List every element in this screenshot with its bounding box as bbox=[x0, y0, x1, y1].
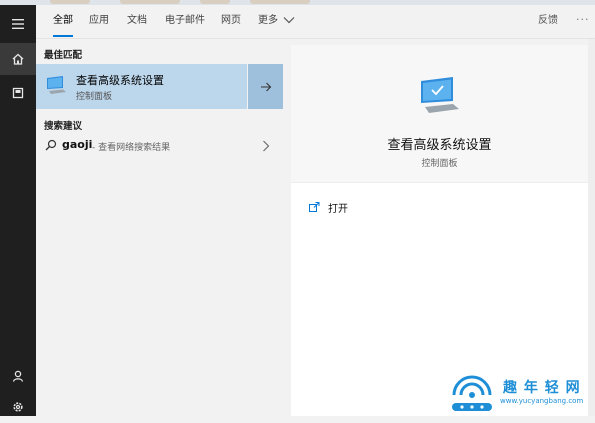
hamburger-menu-icon bbox=[12, 19, 24, 29]
arrow-right-icon bbox=[260, 82, 271, 91]
watermark-logo-icon bbox=[452, 375, 492, 411]
search-icon bbox=[45, 139, 57, 151]
best-match-subtitle: 控制面板 bbox=[76, 92, 113, 102]
tab-apps[interactable]: 应用 bbox=[89, 5, 109, 38]
settings-gear-icon bbox=[13, 402, 23, 412]
search-results-list: 最佳匹配 查看高级系统设置 控制面板 搜索建议 gaoji - 查看网络搜索结果 bbox=[36, 39, 283, 416]
best-match-main[interactable]: 查看高级系统设置 控制面板 bbox=[36, 64, 247, 109]
suggestion-query: gaoji bbox=[62, 138, 93, 151]
preview-header: 查看高级系统设置 控制面板 bbox=[291, 45, 588, 183]
home-icon bbox=[12, 53, 24, 65]
best-match-item[interactable]: 查看高级系统设置 控制面板 bbox=[36, 64, 283, 109]
preview-subtitle: 控制面板 bbox=[421, 159, 458, 169]
tab-email[interactable]: 电子邮件 bbox=[165, 5, 205, 38]
search-filter-tabs: 全部 应用 文档 电子邮件 网页 更多 反馈 ··· bbox=[36, 5, 595, 39]
hamburger-menu-button[interactable] bbox=[0, 8, 36, 40]
computer-monitor-icon bbox=[47, 76, 66, 94]
chevron-right-icon[interactable] bbox=[262, 140, 270, 152]
best-match-expand-button[interactable] bbox=[248, 64, 283, 109]
watermark-site-name: 趣 年 轻 网 bbox=[503, 380, 581, 396]
open-action-label: 打开 bbox=[328, 203, 348, 215]
start-left-rail bbox=[0, 5, 36, 416]
best-match-heading: 最佳匹配 bbox=[44, 50, 83, 61]
tab-more[interactable]: 更多 bbox=[258, 5, 278, 38]
computer-monitor-icon bbox=[421, 77, 459, 113]
user-account-button[interactable] bbox=[0, 360, 36, 392]
site-watermark: 趣 年 轻 网 www.yucyangbang.com bbox=[446, 373, 592, 413]
window-edge bbox=[588, 39, 595, 416]
suggestion-description: - 查看网络搜索结果 bbox=[92, 143, 171, 153]
open-action-button[interactable]: 打开 bbox=[309, 200, 348, 215]
tab-web[interactable]: 网页 bbox=[221, 5, 241, 38]
best-match-title: 查看高级系统设置 bbox=[76, 74, 164, 87]
tab-all[interactable]: 全部 bbox=[53, 5, 73, 38]
documents-button[interactable] bbox=[0, 77, 36, 109]
open-icon bbox=[309, 202, 320, 212]
search-suggestion-item[interactable]: gaoji - 查看网络搜索结果 bbox=[36, 135, 283, 157]
preview-title: 查看高级系统设置 bbox=[387, 138, 492, 153]
home-button[interactable] bbox=[0, 43, 36, 75]
settings-button[interactable] bbox=[0, 391, 36, 423]
feedback-link[interactable]: 反馈 bbox=[538, 5, 558, 38]
user-icon bbox=[12, 370, 24, 382]
chevron-down-icon[interactable] bbox=[283, 16, 295, 24]
documents-icon bbox=[12, 87, 24, 99]
watermark-url: www.yucyangbang.com bbox=[500, 397, 584, 405]
more-options-icon[interactable]: ··· bbox=[576, 5, 590, 38]
result-preview-pane: 查看高级系统设置 控制面板 打开 bbox=[291, 45, 588, 416]
tab-documents[interactable]: 文档 bbox=[127, 5, 147, 38]
search-suggestions-heading: 搜索建议 bbox=[44, 121, 83, 132]
